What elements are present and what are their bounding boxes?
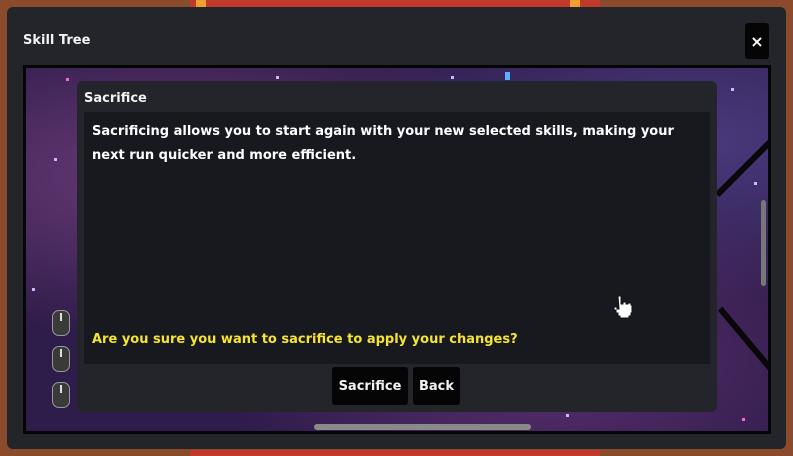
close-button[interactable]: ×	[745, 23, 769, 59]
mouse-icon	[52, 382, 70, 408]
star	[54, 158, 57, 161]
confirmation-question: Are you sure you want to sacrifice to ap…	[92, 332, 518, 347]
star	[451, 76, 454, 79]
tree-branch	[715, 129, 768, 197]
sacrifice-button[interactable]: Sacrifice	[332, 367, 408, 405]
dialog-body: Sacrificing allows you to start again wi…	[84, 112, 710, 364]
star	[742, 418, 745, 421]
hand-cursor-icon	[613, 295, 633, 318]
star	[32, 288, 35, 291]
star	[276, 76, 279, 79]
background-strip-bottom	[190, 450, 600, 456]
close-icon: ×	[750, 31, 764, 51]
horizontal-scrollbar[interactable]	[314, 424, 531, 430]
vertical-scrollbar[interactable]	[761, 200, 766, 286]
star	[505, 72, 510, 80]
tree-branch	[717, 306, 768, 380]
star	[731, 88, 734, 91]
back-button[interactable]: Back	[413, 367, 460, 405]
mouse-icon	[52, 310, 70, 336]
dialog-message: Sacrificing allows you to start again wi…	[92, 124, 674, 163]
star	[566, 414, 569, 417]
star	[66, 78, 69, 81]
mouse-icon	[52, 346, 70, 372]
sacrifice-dialog: Sacrifice Sacrificing allows you to star…	[77, 81, 717, 412]
window-title: Skill Tree	[23, 33, 91, 48]
star	[754, 182, 757, 185]
dialog-title: Sacrifice	[84, 91, 147, 106]
